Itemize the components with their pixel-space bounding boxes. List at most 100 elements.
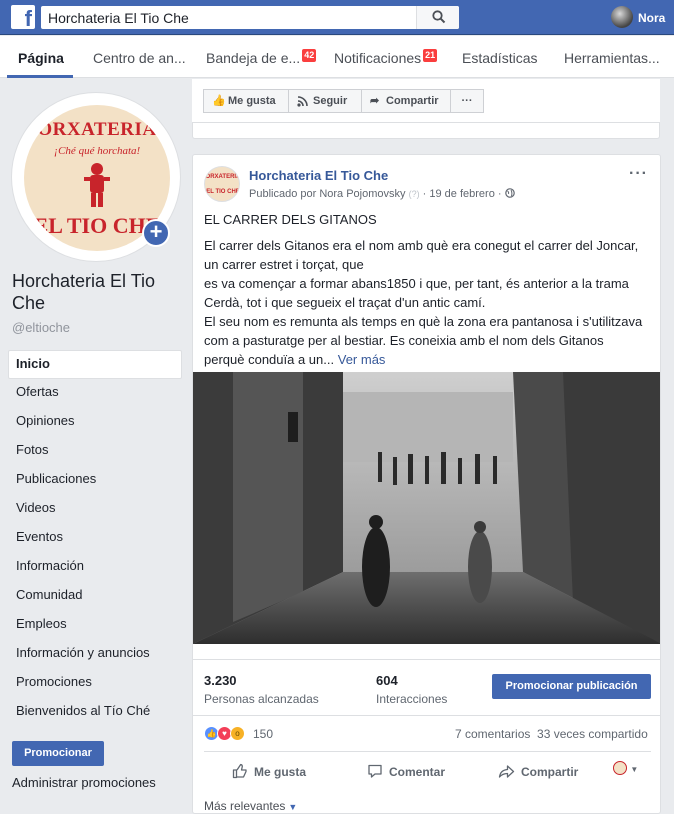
comment-sort-dropdown[interactable]: Más relevantes ▼ <box>204 799 297 813</box>
reactions-summary: 👍 ♥ o 150 7 comentarios 33 veces compart… <box>193 715 660 751</box>
tab-label: Centro de an... <box>93 50 186 66</box>
post-title: EL CARRER DELS GITANOS <box>204 212 377 227</box>
tab-pagina[interactable]: Página <box>18 50 64 66</box>
post-actions: Me gusta Comentar Compartir ▼ <box>204 751 651 789</box>
page-handle[interactable]: @eltioche <box>12 320 70 335</box>
logo-slogan: ¡Ché qué horchata! <box>53 145 141 157</box>
search-value: Horchateria El Tio Che <box>48 10 189 26</box>
reactions-count[interactable]: 150 <box>253 727 273 741</box>
sidebar-item-ofertas[interactable]: Ofertas <box>8 379 182 408</box>
sidebar-item-eventos[interactable]: Eventos <box>8 524 182 553</box>
comments-shares-count: 7 comentarios 33 veces compartido <box>455 727 648 741</box>
chevron-down-icon: ▼ <box>630 765 639 774</box>
post-author-avatar[interactable]: ORXATERIA EL TIO CHE <box>204 166 240 202</box>
post-date[interactable]: 19 de febrero <box>429 188 494 200</box>
post-line: es va començar a formar abans1850 i que,… <box>204 276 629 291</box>
search-input[interactable]: Horchateria El Tio Che <box>41 6 459 29</box>
tab-label: Notificaciones <box>334 50 422 66</box>
like-post-button[interactable]: Me gusta <box>232 763 306 779</box>
sidebar-item-publicaciones[interactable]: Publicaciones <box>8 466 182 495</box>
sidebar-item-promociones[interactable]: Promociones <box>8 669 182 698</box>
post-as-selector[interactable]: ▼ <box>613 761 638 775</box>
page-title[interactable]: Horchateria El Tio Che <box>12 270 187 314</box>
post-options-icon[interactable]: ··· <box>629 165 648 183</box>
post-line: El seu nom es remunta als temps en què l… <box>204 314 643 329</box>
tab-bandeja-entrada[interactable]: Bandeja de e... 42 <box>206 49 317 66</box>
globe-icon <box>504 188 515 198</box>
tab-label: Bandeja de e... <box>206 50 301 66</box>
tab-estadisticas[interactable]: Estadísticas <box>462 50 537 66</box>
like-label: Me gusta <box>228 95 276 107</box>
search-icon <box>432 10 446 24</box>
sidebar-item-opiniones[interactable]: Opiniones <box>8 408 182 437</box>
sidebar-item-bienvenidos[interactable]: Bienvenidos al Tío Ché <box>8 698 182 727</box>
see-more-link[interactable]: Ver más <box>338 352 386 367</box>
follow-label: Seguir <box>313 95 348 107</box>
post-line: com a pasturatge per al bestiar. Es cone… <box>204 333 604 348</box>
sidebar-item-videos[interactable]: Videos <box>8 495 182 524</box>
search-button[interactable] <box>416 6 459 29</box>
people-reached-label: Personas alcanzadas <box>204 692 319 706</box>
comment-bubble-icon <box>368 764 382 778</box>
post-text: El carrer dels Gitanos era el nom amb qu… <box>204 236 652 369</box>
thumbs-up-icon: 👍 <box>212 95 226 107</box>
rss-icon <box>297 96 308 107</box>
post-line: perquè conduïa a un... <box>204 352 335 367</box>
shares-count[interactable]: 33 veces compartido <box>537 727 648 741</box>
page-sidebar-nav: Inicio Ofertas Opiniones Fotos Publicaci… <box>8 350 182 727</box>
interactions-count[interactable]: 604 <box>376 673 398 688</box>
add-photo-button[interactable]: + <box>142 219 170 247</box>
feed-post: ORXATERIA EL TIO CHE Horchateria El Tio … <box>192 154 661 814</box>
post-line: Cerdà, tot i que segueix el traçat d'un … <box>204 295 486 310</box>
published-by[interactable]: Publicado por Nora Pojomovsky <box>249 188 406 200</box>
share-page-button[interactable]: ➦ Compartir <box>361 89 451 113</box>
interactions-label: Interacciones <box>376 692 448 706</box>
sort-label: Más relevantes <box>204 799 286 813</box>
tab-label: Herramientas... <box>564 50 660 66</box>
share-post-button[interactable]: Compartir <box>498 763 578 779</box>
left-column: ORXATERIA ¡Ché qué horchata! EL TIO CHE … <box>0 79 191 814</box>
avatar-logo-text: EL TIO CHE <box>206 189 240 195</box>
more-options-button[interactable]: ··· <box>450 89 484 113</box>
follow-button[interactable]: Seguir <box>288 89 362 113</box>
avatar <box>611 6 633 28</box>
tab-centro-anuncios[interactable]: Centro de an... <box>93 50 186 66</box>
comment-label: Comentar <box>389 765 446 779</box>
comments-count[interactable]: 7 comentarios <box>455 727 530 741</box>
like-page-button[interactable]: 👍 Me gusta <box>203 89 289 113</box>
inbox-count-badge: 42 <box>302 49 317 62</box>
comment-button[interactable]: Comentar <box>367 763 445 779</box>
page-tabs: Página Centro de an... Bandeja de e... 42… <box>0 36 674 78</box>
right-gutter <box>661 79 674 814</box>
info-icon[interactable]: (?) <box>409 189 420 199</box>
tab-notificaciones[interactable]: Notificaciones 21 <box>334 49 438 66</box>
like-post-label: Me gusta <box>254 765 307 779</box>
facebook-logo-icon[interactable]: f <box>11 5 35 29</box>
share-icon <box>498 765 515 778</box>
sidebar-item-empleos[interactable]: Empleos <box>8 611 182 640</box>
share-label: Compartir <box>386 95 439 107</box>
tab-herramientas[interactable]: Herramientas... <box>564 50 660 66</box>
post-author-link[interactable]: Horchateria El Tio Che <box>249 168 388 183</box>
people-reached-count[interactable]: 3.230 <box>204 673 237 688</box>
sidebar-item-comunidad[interactable]: Comunidad <box>8 582 182 611</box>
manage-promotions-link[interactable]: Administrar promociones <box>12 775 156 790</box>
active-tab-indicator <box>7 75 73 78</box>
sidebar-item-inicio[interactable]: Inicio <box>8 350 182 379</box>
previous-post-edge <box>192 123 660 139</box>
post-photo[interactable] <box>193 372 661 644</box>
wow-reaction-icon[interactable]: o <box>230 726 245 741</box>
promote-button[interactable]: Promocionar <box>12 741 104 766</box>
sidebar-item-informacion[interactable]: Información <box>8 553 182 582</box>
caret-down-icon: ▼ <box>288 802 298 812</box>
logo-text-top: ORXATERIA <box>37 119 157 140</box>
promote-post-button[interactable]: Promocionar publicación <box>492 674 651 699</box>
tab-label: Estadísticas <box>462 50 538 66</box>
mascot-figure-icon <box>84 163 110 207</box>
page-action-bar: 👍 Me gusta Seguir ➦ Compartir ··· <box>192 79 660 123</box>
sidebar-item-fotos[interactable]: Fotos <box>8 437 182 466</box>
page-avatar-icon <box>613 761 627 775</box>
post-meta: Publicado por Nora Pojomovsky (?) · 19 d… <box>249 188 515 200</box>
sidebar-item-info-anuncios[interactable]: Información y anuncios <box>8 640 182 669</box>
share-arrow-icon: ➦ <box>370 95 380 107</box>
